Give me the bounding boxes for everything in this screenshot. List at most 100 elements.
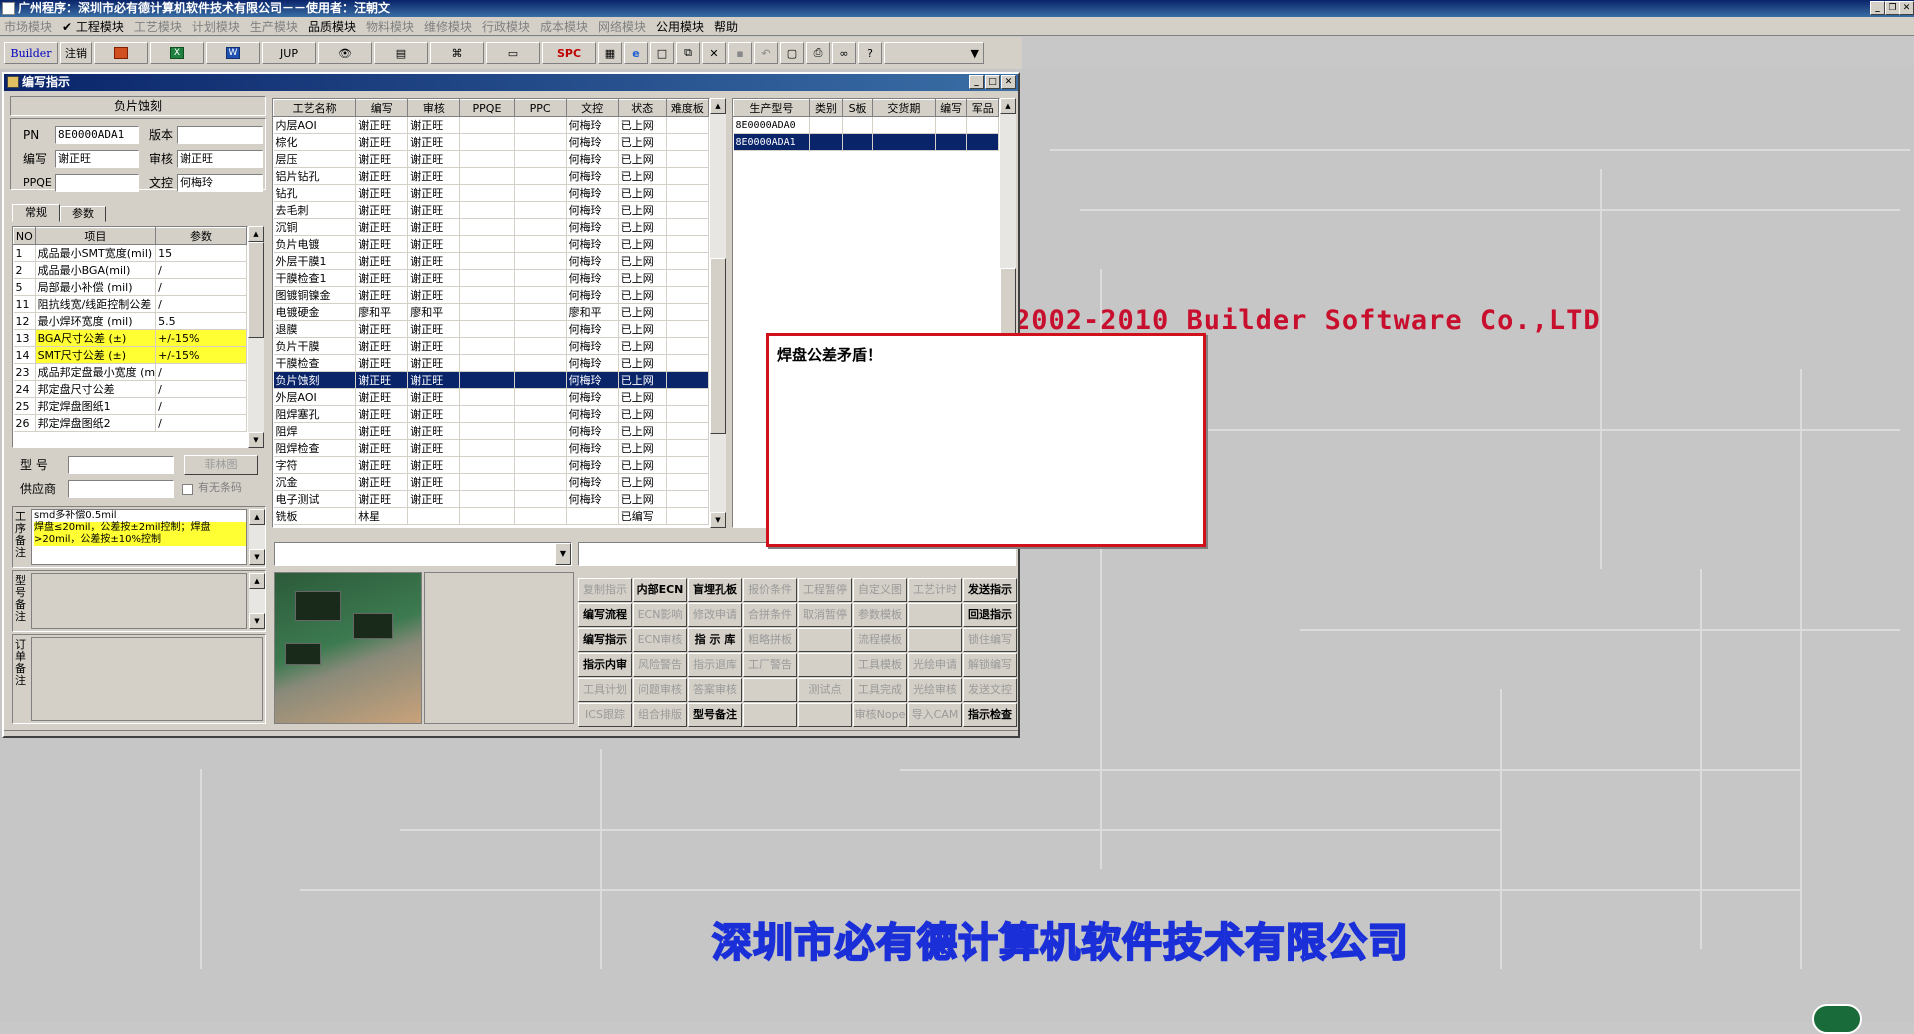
params-cell[interactable]: SMT尺寸公差 (±)	[35, 346, 157, 364]
network-icon[interactable]: ⌘	[430, 42, 484, 64]
action-button-6[interactable]: 工艺计时	[908, 578, 962, 602]
process-cell[interactable]: 何梅玲	[566, 405, 619, 423]
process-column-header[interactable]: 状态	[617, 99, 667, 117]
process-cell[interactable]: 谢正旺	[355, 422, 409, 440]
ie-icon[interactable]: e	[624, 42, 648, 64]
powerpoint-icon[interactable]	[94, 42, 148, 64]
params-cell[interactable]: /	[155, 363, 247, 381]
process-row[interactable]: 阻焊塞孔 谢正旺 谢正旺 何梅玲 已上网	[273, 405, 709, 423]
params-row[interactable]: 12 最小焊环宽度 (mil) 5.5	[13, 312, 247, 330]
process-row[interactable]: 图镀铜镍金 谢正旺 谢正旺 何梅玲 已上网	[273, 286, 709, 304]
menu-item-6[interactable]: 物料模块	[366, 18, 414, 35]
action-button-34[interactable]: 答案审核	[688, 678, 742, 702]
params-cell[interactable]: 阻抗线宽/线距控制公差	[35, 295, 157, 313]
process-cell[interactable]: 已上网	[618, 388, 667, 406]
process-cell[interactable]: 谢正旺	[355, 473, 409, 491]
process-cell[interactable]: 阻焊检查	[273, 439, 357, 457]
process-cell[interactable]: 棕化	[273, 133, 357, 151]
process-cell[interactable]	[566, 507, 619, 525]
process-cell[interactable]	[459, 371, 515, 389]
params-cell[interactable]: /	[155, 397, 247, 415]
binoculars-icon[interactable]: ∞	[832, 42, 856, 64]
process-cell[interactable]	[514, 252, 567, 270]
process-cell[interactable]	[459, 218, 515, 236]
process-row[interactable]: 干膜检查 谢正旺 谢正旺 何梅玲 已上网	[273, 354, 709, 372]
model-note-text[interactable]	[31, 573, 247, 629]
process-cell[interactable]: 谢正旺	[407, 439, 461, 457]
process-cell[interactable]	[666, 218, 709, 236]
process-cell[interactable]: 已上网	[618, 286, 667, 304]
process-row[interactable]: 棕化 谢正旺 谢正旺 何梅玲 已上网	[273, 133, 709, 151]
menu-item-5[interactable]: 品质模块	[308, 18, 356, 35]
process-cell[interactable]	[514, 490, 567, 508]
params-column-header[interactable]: 项目	[34, 227, 157, 245]
product-cell[interactable]	[842, 116, 873, 134]
action-button-39[interactable]: 发送文控	[963, 678, 1017, 702]
spc-button[interactable]: SPC	[542, 42, 596, 64]
copy-icon[interactable]: ⧉	[676, 42, 700, 64]
process-row[interactable]: 负片电镀 谢正旺 谢正旺 何梅玲 已上网	[273, 235, 709, 253]
action-button-41[interactable]: 组合排版	[633, 703, 687, 727]
process-cell[interactable]: 谢正旺	[355, 269, 409, 287]
process-cell[interactable]: 已上网	[618, 354, 667, 372]
process-cell[interactable]	[514, 218, 567, 236]
process-cell[interactable]: 已上网	[618, 252, 667, 270]
process-cell[interactable]: 谢正旺	[407, 320, 461, 338]
process-cell[interactable]: 何梅玲	[566, 252, 619, 270]
author-field[interactable]: 谢正旺	[55, 150, 139, 168]
params-cell[interactable]: +/-15%	[155, 346, 247, 364]
menu-item-0[interactable]: 市场模块	[4, 18, 52, 35]
action-button-24[interactable]: 指示内审	[578, 653, 632, 677]
process-cell[interactable]	[666, 371, 709, 389]
product-column-header[interactable]: 类别	[808, 99, 844, 117]
book-icon[interactable]: ▤	[374, 42, 428, 64]
process-column-header[interactable]: 工艺名称	[273, 99, 357, 117]
action-button-18[interactable]: 指 示 库	[688, 628, 742, 652]
process-cell[interactable]: 谢正旺	[355, 133, 409, 151]
product-column-header[interactable]: S板	[842, 99, 873, 117]
params-cell[interactable]: +/-15%	[155, 329, 247, 347]
process-row[interactable]: 沉金 谢正旺 谢正旺 何梅玲 已上网	[273, 473, 709, 491]
process-cell[interactable]	[666, 354, 709, 372]
process-note-scrollbar[interactable]: ▲ ▼	[249, 509, 265, 565]
product-cell[interactable]	[935, 116, 968, 134]
process-cell[interactable]	[459, 252, 515, 270]
model-note-scrollbar[interactable]: ▲ ▼	[249, 573, 265, 629]
params-cell[interactable]: 13	[13, 329, 36, 347]
process-cell[interactable]	[514, 320, 567, 338]
undo-icon[interactable]: ↶	[754, 42, 778, 64]
process-cell[interactable]	[459, 320, 515, 338]
process-cell[interactable]: 沉金	[273, 473, 357, 491]
product-column-header[interactable]: 交货期	[871, 99, 936, 117]
print-icon[interactable]: ⎙	[806, 42, 830, 64]
process-cell[interactable]: 图镀铜镍金	[273, 286, 357, 304]
process-cell[interactable]: 谢正旺	[355, 354, 409, 372]
process-row[interactable]: 负片干膜 谢正旺 谢正旺 何梅玲 已上网	[273, 337, 709, 355]
process-cell[interactable]: 干膜检查1	[273, 269, 357, 287]
toolbar-combo[interactable]: ▼	[884, 42, 984, 64]
process-cell[interactable]	[666, 303, 709, 321]
process-cell[interactable]	[666, 201, 709, 219]
process-cell[interactable]	[459, 167, 515, 185]
params-cell[interactable]: 15	[155, 244, 247, 262]
process-cell[interactable]: 何梅玲	[566, 150, 619, 168]
params-row[interactable]: 14 SMT尺寸公差 (±) +/-15%	[13, 346, 247, 364]
menu-item-1[interactable]: ✔ 工程模块	[62, 18, 124, 35]
process-cell[interactable]	[514, 201, 567, 219]
menu-item-9[interactable]: 成本模块	[540, 18, 588, 35]
action-button-43[interactable]	[743, 703, 797, 727]
nobar-checkbox[interactable]	[182, 484, 193, 495]
process-cell[interactable]: 退膜	[273, 320, 357, 338]
process-column-header[interactable]: 审核	[407, 99, 461, 117]
process-cell[interactable]	[666, 150, 709, 168]
process-row[interactable]: 铝片钻孔 谢正旺 谢正旺 何梅玲 已上网	[273, 167, 709, 185]
process-cell[interactable]: 去毛刺	[273, 201, 357, 219]
process-row[interactable]: 内层AOI 谢正旺 谢正旺 何梅玲 已上网	[273, 116, 709, 134]
menu-item-12[interactable]: 帮助	[714, 18, 738, 35]
scroll-down-arrow-icon[interactable]: ▼	[248, 432, 264, 448]
logout-button[interactable]: 注销	[60, 42, 92, 64]
process-cell[interactable]	[666, 473, 709, 491]
params-cell[interactable]: 1	[13, 244, 36, 262]
product-column-header[interactable]: 军品	[966, 99, 999, 117]
minimize-button[interactable]: _	[1870, 1, 1885, 15]
